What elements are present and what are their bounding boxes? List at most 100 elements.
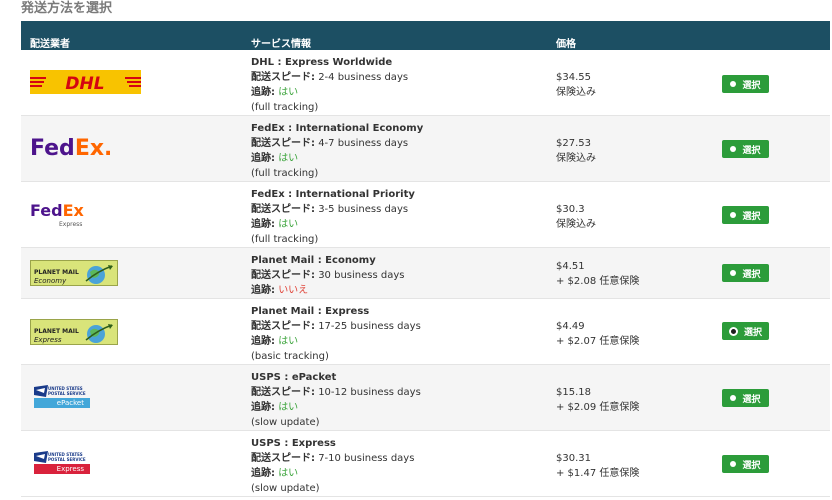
radio-icon <box>730 81 737 87</box>
service-name: DHL : Express Worldwide <box>251 57 393 68</box>
tracking-value: いいえ <box>278 285 309 296</box>
service-name: Planet Mail : Economy <box>251 255 376 266</box>
tracking-value: はい <box>278 87 299 98</box>
svg-text:Express: Express <box>59 221 82 228</box>
speed-label: 配送スピード: <box>251 138 315 149</box>
tracking-note: (full tracking) <box>251 168 319 179</box>
service-name: FedEx : International Economy <box>251 123 424 134</box>
select-button[interactable]: 選択 <box>722 206 769 224</box>
select-button[interactable]: 選択 <box>722 75 769 93</box>
price-value: $4.51 <box>556 261 585 272</box>
service-info: DHL : Express Worldwide 配送スピード: 2-4 busi… <box>251 55 551 115</box>
speed-value: 3-5 business days <box>318 204 409 215</box>
speed-label: 配送スピード: <box>251 72 315 83</box>
svg-text:FedEx.: FedEx. <box>30 136 110 160</box>
tracking-value: はい <box>278 468 299 479</box>
insurance-note: + $2.07 任意保険 <box>556 336 640 347</box>
speed-label: 配送スピード: <box>251 321 315 332</box>
service-info: FedEx : International Economy 配送スピード: 4-… <box>251 121 551 181</box>
insurance-note: + $2.08 任意保険 <box>556 276 640 287</box>
speed-label: 配送スピード: <box>251 453 315 464</box>
select-label: 選択 <box>743 327 762 338</box>
insurance-note: 保険込み <box>556 87 596 98</box>
select-label: 選択 <box>742 269 761 280</box>
table-row: FedEx. FedEx : International Economy 配送ス… <box>21 116 830 182</box>
table-row: FedEx Express FedEx : International Prio… <box>21 182 830 248</box>
price-cell: $4.51 + $2.08 任意保険 <box>556 259 706 289</box>
tracking-value: はい <box>278 153 299 164</box>
radio-icon <box>730 212 737 218</box>
tracking-label: 追跡: <box>251 219 275 230</box>
header-carrier: 配送業者 <box>30 39 70 50</box>
insurance-note: 保険込み <box>556 219 596 230</box>
tracking-note: (full tracking) <box>251 234 319 245</box>
price-cell: $27.53 保険込み <box>556 136 706 166</box>
planet-mail-logo: PLANET MAIL Economy <box>30 260 118 286</box>
price-value: $30.31 <box>556 453 591 464</box>
service-info: USPS : Express 配送スピード: 7-10 business day… <box>251 436 551 496</box>
service-name: USPS : ePacket <box>251 372 337 383</box>
select-button[interactable]: 選択 <box>722 264 769 282</box>
tracking-label: 追跡: <box>251 468 275 479</box>
price-value: $15.18 <box>556 387 591 398</box>
speed-value: 10-12 business days <box>318 387 421 398</box>
tracking-label: 追跡: <box>251 402 275 413</box>
tracking-note: (slow update) <box>251 483 320 494</box>
tracking-note: (basic tracking) <box>251 351 329 362</box>
radio-icon <box>730 395 737 401</box>
svg-text:FedEx: FedEx <box>30 201 85 220</box>
radio-icon <box>730 146 737 152</box>
select-button[interactable]: 選択 <box>722 455 769 473</box>
planet-mail-logo: PLANET MAIL Express <box>30 319 118 345</box>
shipping-table: 配送業者 サービス情報 価格 DHL DHL : Express Worldwi… <box>21 21 830 497</box>
table-header: 配送業者 サービス情報 価格 <box>21 21 830 50</box>
select-button[interactable]: 選択 <box>722 389 769 407</box>
radio-icon <box>730 270 737 276</box>
svg-text:DHL: DHL <box>65 74 104 94</box>
speed-label: 配送スピード: <box>251 204 315 215</box>
price-cell: $34.55 保険込み <box>556 70 706 100</box>
fedex-express-logo: FedEx Express <box>30 199 90 234</box>
price-cell: $15.18 + $2.09 任意保険 <box>556 385 706 415</box>
price-value: $30.3 <box>556 204 585 215</box>
price-cell: $30.31 + $1.47 任意保険 <box>556 451 706 481</box>
header-service: サービス情報 <box>251 39 311 50</box>
table-row: DHL DHL : Express Worldwide 配送スピード: 2-4 … <box>21 50 830 116</box>
service-info: FedEx : International Priority 配送スピード: 3… <box>251 187 551 247</box>
radio-checked-icon <box>728 326 738 336</box>
speed-value: 4-7 business days <box>318 138 409 149</box>
tracking-value: はい <box>278 219 299 230</box>
price-cell: $4.49 + $2.07 任意保険 <box>556 319 706 349</box>
select-label: 選択 <box>742 460 761 471</box>
insurance-note: + $1.47 任意保険 <box>556 468 640 479</box>
speed-value: 17-25 business days <box>318 321 421 332</box>
speed-value: 2-4 business days <box>318 72 409 83</box>
speed-value: 7-10 business days <box>318 453 415 464</box>
speed-value: 30 business days <box>318 270 405 281</box>
tracking-label: 追跡: <box>251 285 275 296</box>
tracking-value: はい <box>278 402 299 413</box>
usps-logo: UNITED STATES POSTAL SERVICE ePacket <box>30 384 92 412</box>
table-row: PLANET MAIL Express Planet Mail : Expres… <box>21 299 830 365</box>
tracking-label: 追跡: <box>251 87 275 98</box>
header-price: 価格 <box>556 39 576 50</box>
service-name: Planet Mail : Express <box>251 306 370 317</box>
tracking-note: (full tracking) <box>251 102 319 113</box>
select-label: 選択 <box>742 394 761 405</box>
tracking-label: 追跡: <box>251 153 275 164</box>
service-name: FedEx : International Priority <box>251 189 415 200</box>
price-value: $4.49 <box>556 321 585 332</box>
select-button[interactable]: 選択 <box>722 140 769 158</box>
insurance-note: 保険込み <box>556 153 596 164</box>
tracking-label: 追跡: <box>251 336 275 347</box>
section-title: 発送方法を選択 <box>21 1 113 16</box>
select-button-selected[interactable]: 選択 <box>722 322 769 340</box>
service-info: Planet Mail : Express 配送スピード: 17-25 busi… <box>251 304 551 364</box>
select-label: 選択 <box>742 145 761 156</box>
service-info: Planet Mail : Economy 配送スピード: 30 busines… <box>251 253 551 298</box>
table-row: PLANET MAIL Economy Planet Mail : Econom… <box>21 248 830 299</box>
select-label: 選択 <box>742 80 761 91</box>
radio-icon <box>730 461 737 467</box>
price-cell: $30.3 保険込み <box>556 202 706 232</box>
service-name: USPS : Express <box>251 438 336 449</box>
